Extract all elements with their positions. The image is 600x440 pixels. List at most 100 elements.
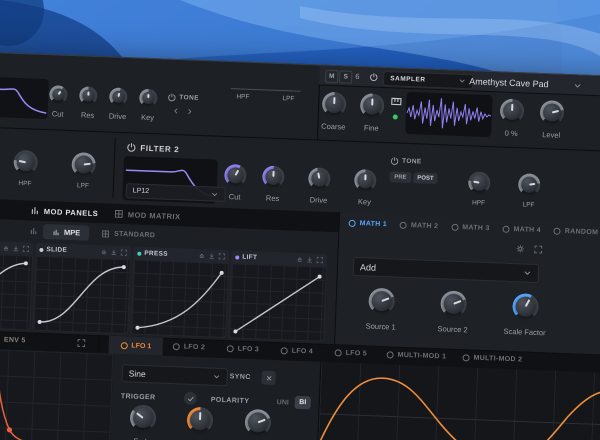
lfo4-dot-icon: [280, 347, 288, 355]
tab-math-3[interactable]: MATH 3: [451, 223, 490, 232]
filter2-res-knob[interactable]: [261, 165, 285, 189]
polarity-bi-button[interactable]: BI: [294, 395, 311, 410]
filter2-res-label: Res: [265, 193, 280, 204]
filter1-lpf-knob[interactable]: [71, 152, 97, 177]
check-icon: [187, 396, 194, 401]
filter2-cut-knob[interactable]: [223, 163, 247, 187]
math-expand-icon[interactable]: [534, 245, 543, 254]
expand-icon[interactable]: [120, 249, 127, 256]
math-tab-bar: MATH 1 MATH 2 MATH 3 MATH 4 RANDOM: [348, 213, 598, 243]
filter1-lpf-knob-label: LPF: [76, 182, 89, 190]
press-curve-editor[interactable]: [131, 259, 229, 338]
filter2-tone-label: TONE: [401, 157, 422, 166]
tab-mod-panels[interactable]: MOD PANELS: [44, 207, 99, 218]
chevron-down-icon: [214, 375, 220, 379]
math-operation-dropdown[interactable]: Add: [352, 256, 540, 284]
sampler-level-label: Level: [542, 130, 561, 140]
lift-curve-editor[interactable]: [229, 263, 326, 341]
math-source1-knob[interactable]: [368, 287, 396, 315]
math-3-dot-icon: [451, 223, 459, 231]
filter1-prev-arrow-icon[interactable]: [172, 107, 180, 115]
preset-chevron-down-icon[interactable]: [573, 81, 582, 90]
expand-icon[interactable]: [218, 253, 225, 260]
mpe-panel-glide: GLIDE: [0, 238, 34, 331]
filter2-lpf-knob[interactable]: [517, 173, 541, 197]
filter2-key-label: Key: [357, 197, 372, 207]
mpe-icon: [53, 229, 59, 235]
filter1-key-knob[interactable]: [138, 88, 158, 108]
mpe-panel-slide: SLIDE: [32, 242, 132, 335]
tab-lfo-5[interactable]: LFO 5: [334, 349, 367, 358]
math-4-dot-icon: [502, 225, 510, 233]
eject-icon[interactable]: [2, 244, 9, 251]
env-expand-icon[interactable]: [77, 338, 86, 348]
filter1-next-arrow-icon[interactable]: [186, 107, 194, 115]
filter2-post-button[interactable]: POST: [413, 172, 438, 185]
filter1-hpf-label: HPF: [236, 93, 250, 101]
eject-icon[interactable]: [198, 252, 205, 259]
filter1-res-knob[interactable]: [79, 86, 98, 105]
filter2-pre-button[interactable]: PRE: [389, 171, 412, 184]
sampler-fine-knob[interactable]: [359, 93, 385, 119]
sampler-percent-knob[interactable]: [499, 98, 525, 124]
tab-lfo-4[interactable]: LFO 4: [280, 347, 313, 355]
tab-math-2[interactable]: MATH 2: [399, 221, 438, 230]
expand-icon[interactable]: [316, 257, 323, 264]
gear-icon[interactable]: [516, 244, 525, 253]
sampler-waveform-display: [405, 91, 493, 138]
filter2-tone-power-icon[interactable]: [390, 156, 399, 166]
download-icon[interactable]: [306, 256, 313, 263]
tab-math-4[interactable]: MATH 4: [502, 225, 541, 234]
eject-icon[interactable]: [296, 256, 303, 263]
sync-close-button[interactable]: [261, 370, 276, 386]
sampler-mute-button[interactable]: M: [325, 69, 339, 84]
tab-lfo-2[interactable]: LFO 2: [172, 343, 205, 351]
keyboard-icon[interactable]: [390, 95, 402, 107]
sampler-coarse-knob[interactable]: [321, 91, 347, 117]
eject-icon[interactable]: [100, 248, 107, 255]
sampler-solo-button[interactable]: S: [339, 70, 353, 84]
lfo3-dot-icon: [226, 345, 234, 353]
lfo-polarity-label: POLARITY: [210, 396, 250, 406]
tab-mpe[interactable]: MPE: [42, 224, 90, 241]
env-curve-editor[interactable]: [0, 346, 115, 440]
close-x-icon: [266, 375, 271, 381]
tab-lfo-3[interactable]: LFO 3: [226, 345, 259, 353]
expand-icon[interactable]: [22, 245, 30, 252]
download-icon[interactable]: [208, 252, 215, 259]
lfo-trigger-label: TRIGGER: [120, 393, 156, 402]
math-1-dot-icon: [348, 219, 356, 227]
filter2-hpf-knob[interactable]: [467, 171, 491, 195]
download-icon[interactable]: [12, 245, 19, 252]
sampler-active-led[interactable]: [392, 114, 398, 120]
filter1-tone-power-icon[interactable]: [167, 93, 176, 102]
slide-curve-editor[interactable]: [33, 255, 131, 334]
tab-lfo-1[interactable]: LFO 1: [108, 335, 164, 356]
math-source1-label: Source 1: [365, 321, 396, 332]
filter1-curve-display[interactable]: [0, 75, 49, 120]
mod-matrix-icon: [114, 209, 123, 218]
lfo-waveform-display[interactable]: [316, 361, 600, 440]
glide-curve-editor[interactable]: [0, 252, 33, 330]
math-source2-knob[interactable]: [440, 290, 468, 318]
tab-random[interactable]: RANDOM: [553, 227, 598, 236]
filter2-drive-knob[interactable]: [307, 167, 331, 190]
filter1-drive-knob[interactable]: [108, 87, 128, 107]
download-icon[interactable]: [110, 249, 117, 256]
tab-math-1[interactable]: MATH 1: [348, 219, 387, 228]
filter2-power-icon[interactable]: [126, 142, 136, 152]
filter2-key-knob[interactable]: [353, 168, 377, 192]
math-scale-knob[interactable]: [512, 293, 540, 321]
sampler-level-knob[interactable]: [539, 100, 565, 125]
filter2-title: FILTER 2: [140, 143, 180, 155]
sampler-power-icon[interactable]: [369, 72, 378, 82]
filter1-cut-knob[interactable]: [49, 85, 68, 104]
tab-mod-matrix[interactable]: MOD MATRIX: [128, 210, 181, 221]
tab-env-5[interactable]: ENV 5: [0, 336, 26, 344]
random-dot-icon: [553, 227, 562, 235]
filter2-curve-display[interactable]: LP12: [122, 156, 226, 204]
sampler-voices-value[interactable]: 6: [355, 72, 360, 81]
chevron-down-icon: [212, 192, 218, 196]
polarity-uni-button[interactable]: UNI: [277, 399, 289, 406]
filter1-hpf-knob[interactable]: [13, 149, 39, 175]
